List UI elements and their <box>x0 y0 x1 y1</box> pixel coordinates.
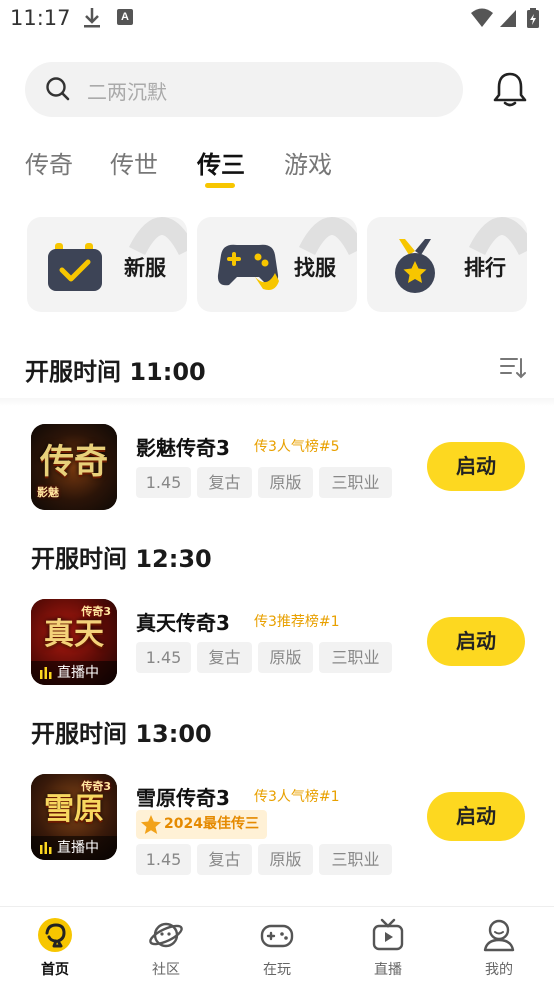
home-icon <box>38 918 72 952</box>
award-label: 2024最佳传三 <box>164 816 259 832</box>
live-label: 直播中 <box>57 840 99 856</box>
tab-youxi[interactable]: 游戏 <box>284 145 332 180</box>
start-button[interactable]: 启动 <box>427 617 525 666</box>
nav-item-community[interactable]: 社区 <box>126 907 206 984</box>
status-bar: 11:17 A <box>0 0 554 40</box>
active-tab-indicator <box>205 183 235 188</box>
search-placeholder: 二两沉默 <box>87 80 167 104</box>
game-tag: 原版 <box>258 844 313 875</box>
game-tag: 1.45 <box>136 467 191 498</box>
game-tag: 复古 <box>197 467 252 498</box>
thumbnail-subtitle: 影魅 <box>37 486 59 499</box>
game-tag: 原版 <box>258 642 313 673</box>
tab-chuansan[interactable]: 传三 <box>197 145 245 180</box>
gamepad-icon <box>260 924 294 948</box>
live-bars-icon <box>40 667 52 679</box>
game-tag: 1.45 <box>136 844 191 875</box>
search-bar[interactable]: 二两沉默 <box>25 62 463 117</box>
nav-label: 我的 <box>485 962 513 978</box>
nav-item-mine[interactable]: 我的 <box>459 907 539 984</box>
game-item[interactable]: 真天 传奇3 直播中 真天传奇3 传3推荐榜#1 1.45 复古 原版 三职业 … <box>0 599 554 695</box>
medal-icon <box>385 237 445 299</box>
tab-chuanshi[interactable]: 传世 <box>110 145 158 180</box>
game-tag: 三职业 <box>319 642 392 673</box>
quick-entry-new-server[interactable]: 新服 <box>27 217 187 312</box>
bottom-navigation: 首页 社区 在玩 直播 我的 <box>0 906 554 984</box>
nav-label: 首页 <box>41 962 69 978</box>
game-thumbnail: 雪原 传奇3 直播中 <box>31 774 117 860</box>
game-rank: 传3人气榜#5 <box>254 439 340 455</box>
bell-icon[interactable] <box>492 70 528 112</box>
start-button[interactable]: 启动 <box>427 792 525 841</box>
game-tag: 三职业 <box>319 844 392 875</box>
live-bars-icon <box>40 842 52 854</box>
game-thumbnail: 传奇 影魅 <box>31 424 117 510</box>
calendar-check-icon <box>45 237 105 297</box>
nav-item-live[interactable]: 直播 <box>348 907 428 984</box>
server-time-heading: 开服时间 12:30 <box>31 545 212 573</box>
search-icon <box>45 76 71 106</box>
status-time: 11:17 <box>10 6 71 30</box>
game-rank: 传3推荐榜#1 <box>254 614 340 630</box>
game-name: 雪原传奇3 <box>136 786 230 810</box>
user-icon <box>483 919 515 952</box>
tab-chuanqi[interactable]: 传奇 <box>25 145 73 180</box>
battery-icon <box>527 8 539 28</box>
game-item[interactable]: 雪原 传奇3 直播中 雪原传奇3 传3人气榜#1 2024最佳传三 1.45 复… <box>0 774 554 875</box>
quick-entry-label: 找服 <box>294 256 336 280</box>
nav-label: 社区 <box>152 962 180 978</box>
thumbnail-subtitle: 传奇3 <box>81 780 111 793</box>
tv-icon <box>372 918 404 951</box>
app-notification-icon: A <box>117 9 133 25</box>
nav-item-home[interactable]: 首页 <box>15 907 95 984</box>
planet-icon <box>149 922 183 948</box>
nav-item-playing[interactable]: 在玩 <box>237 907 317 984</box>
nav-label: 在玩 <box>263 962 291 978</box>
thumbnail-subtitle: 传奇3 <box>81 605 111 618</box>
game-tag: 三职业 <box>319 467 392 498</box>
quick-entry-ranking[interactable]: 排行 <box>367 217 527 312</box>
quick-entry-label: 排行 <box>464 256 506 280</box>
game-tag: 复古 <box>197 844 252 875</box>
game-tag: 复古 <box>197 642 252 673</box>
live-badge: 直播中 <box>31 661 117 685</box>
award-star-icon <box>141 815 161 834</box>
category-tabs: 传奇 传世 传三 游戏 <box>0 145 554 195</box>
game-tag: 原版 <box>258 467 313 498</box>
quick-entry-find-server[interactable]: 找服 <box>197 217 357 312</box>
live-label: 直播中 <box>57 665 99 681</box>
download-icon <box>82 6 102 34</box>
start-button[interactable]: 启动 <box>427 442 525 491</box>
server-time-heading: 开服时间 11:00 <box>25 358 206 386</box>
game-rank: 传3人气榜#1 <box>254 789 340 805</box>
gamepad-icon <box>215 237 281 297</box>
game-tag: 1.45 <box>136 642 191 673</box>
wifi-icon <box>471 8 493 27</box>
game-name: 真天传奇3 <box>136 611 230 635</box>
server-time-heading: 开服时间 13:00 <box>31 720 212 748</box>
award-badge: 2024最佳传三 <box>136 810 267 839</box>
nav-label: 直播 <box>374 962 402 978</box>
status-indicators <box>470 6 544 34</box>
game-thumbnail: 真天 传奇3 直播中 <box>31 599 117 685</box>
signal-icon <box>500 10 516 27</box>
thumbnail-title: 传奇 <box>40 442 108 482</box>
sort-icon[interactable] <box>500 356 526 384</box>
live-badge: 直播中 <box>31 836 117 860</box>
game-name: 影魅传奇3 <box>136 436 230 460</box>
quick-entry-label: 新服 <box>124 256 166 280</box>
section-divider <box>0 398 554 406</box>
game-item[interactable]: 传奇 影魅 影魅传奇3 传3人气榜#5 1.45 复古 原版 三职业 启动 <box>0 424 554 520</box>
